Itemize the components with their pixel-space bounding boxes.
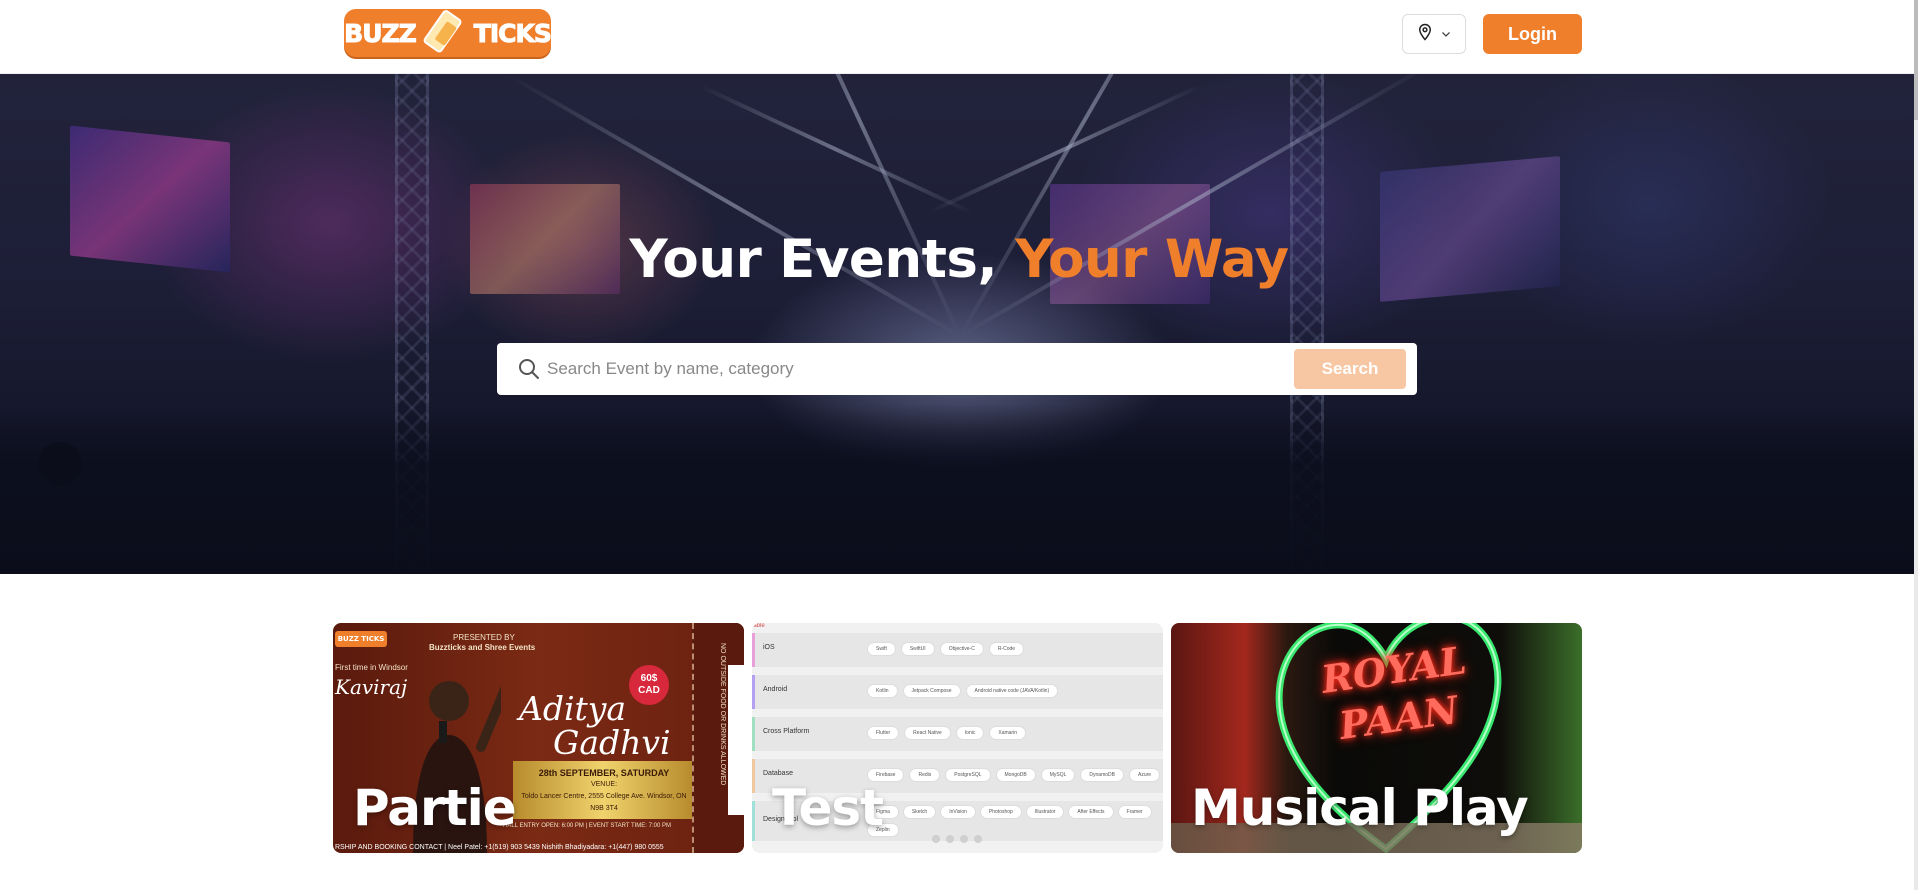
tech-chip: Ionic [955,726,985,740]
tech-chip-group: Firebase Redis PostgreSQL MongoDB MySQL … [867,768,1161,782]
poster-venue-label: VENUE: [590,781,618,788]
tech-chip: Jetpack Compose [902,684,961,698]
tech-chip: Kotlin [867,684,898,698]
tech-chip: After Effects [1068,805,1114,819]
tech-chip: InVision [940,805,976,819]
hero-title-accent: Your Way [1015,229,1289,290]
event-card-title: Test [772,779,884,837]
tech-chip: PostgreSQL [945,768,991,782]
site-header: BUZZ TICKS Login [0,0,1918,74]
search-button[interactable]: Search [1294,349,1406,389]
ticket-icon [422,10,468,56]
poster-times: HALL ENTRY OPEN: 6:00 PM | EVENT START T… [503,823,671,829]
poster-strip-cutout [728,665,744,815]
event-card-title: Musical Play [1191,779,1529,837]
hero-title: Your Events, Your Way [0,229,1918,290]
tech-chip: Photoshop [979,805,1022,819]
tech-row: Cross Platform Flutter React Native Ioni… [752,717,1163,751]
poster-details: 28th SEPTEMBER, SATURDAY VENUE: Toldo La… [521,767,687,815]
tech-chip: MongoDB [995,768,1036,782]
hero-title-plain: Your Events, [629,229,1016,290]
tech-chip: Swift [867,642,896,656]
event-card-title: Partie [353,779,517,837]
carousel-dot[interactable] [946,835,954,843]
tech-row: Android Kotlin Jetpack Compose Android n… [752,675,1163,709]
carousel-dot[interactable] [974,835,982,843]
test-top-label: lable [752,623,765,629]
poster-logo: BUZZ TICKS [335,631,387,647]
tech-chip-group: Kotlin Jetpack Compose Android native co… [867,684,1059,698]
carousel-dot[interactable] [932,835,940,843]
poster-price-badge: 60$ CAD [629,665,669,705]
event-card[interactable]: BUZZ TICKS PRESENTED BY Buzzticks and Sh… [333,623,744,853]
chevron-down-icon [1440,25,1452,44]
carousel-dots [932,835,982,843]
poster-venue: Toldo Lancer Centre, 2555 College Ave. W… [521,793,687,812]
tech-row: iOS Swift SwiftUI Objective-C R-Code [752,633,1163,667]
event-card[interactable]: ROYAL PAAN Musical Play [1171,623,1582,853]
map-pin-icon [1416,23,1434,45]
tech-row-label: iOS [763,644,775,651]
poster-date: 28th SEPTEMBER, SATURDAY [538,768,670,778]
login-button[interactable]: Login [1483,14,1582,54]
tech-chip: Flutter [867,726,900,740]
tech-row-label: Database [763,770,793,777]
tech-chip: DynamoDB [1080,768,1124,782]
page-scrollbar-thumb[interactable] [1914,0,1918,120]
poster-contact: RSHIP AND BOOKING CONTACT | Neel Patel: … [335,844,664,851]
hero-banner: Your Events, Your Way Search [0,74,1918,574]
tech-chip: Illustrator [1025,805,1065,819]
page-scrollbar[interactable] [1914,0,1918,890]
buzzticks-logo[interactable]: BUZZ TICKS [344,9,552,57]
logo-text-right: TICKS [473,18,552,48]
tech-chip: Sketch [902,805,937,819]
tech-chip-group: Figma Sketch InVision Photoshop Illustra… [867,805,1157,837]
hero-overlay [0,74,1918,574]
tech-chip: React Native [904,726,951,740]
logo-text-left: BUZZ [344,18,418,48]
tech-chip-group: Flutter React Native Ionic Xamarin [867,726,1026,740]
carousel-dot[interactable] [960,835,968,843]
search-icon [517,357,541,381]
tech-chip: Xamarin [989,726,1026,740]
tech-row-label: Cross Platform [763,728,810,735]
poster-presented-by: PRESENTED BY [453,633,515,642]
tech-row-label: Android [763,686,788,693]
search-input[interactable] [547,353,1267,385]
location-selector[interactable] [1402,14,1466,54]
tech-chip: Android native code (JAVA/Kotlin) [965,684,1059,698]
tech-chip: R-Code [988,642,1025,656]
poster-side-note: NO OUTSIDE FOOD OR DRINKS ALLOWED [719,643,726,786]
tech-chip: Azure [1128,768,1161,782]
search-bar: Search [497,343,1417,395]
tech-chip: Redis [909,768,941,782]
tech-chip: MySQL [1040,768,1076,782]
tech-chip: Objective-C [939,642,984,656]
poster-artist-last: Gadhvi [553,723,671,762]
tech-chip: SwiftUI [900,642,935,656]
tech-chip: Framer [1117,805,1152,819]
event-card[interactable]: lable iOS Swift SwiftUI Objective-C R-Co… [752,623,1163,853]
tech-chip-group: Swift SwiftUI Objective-C R-Code [867,642,1025,656]
